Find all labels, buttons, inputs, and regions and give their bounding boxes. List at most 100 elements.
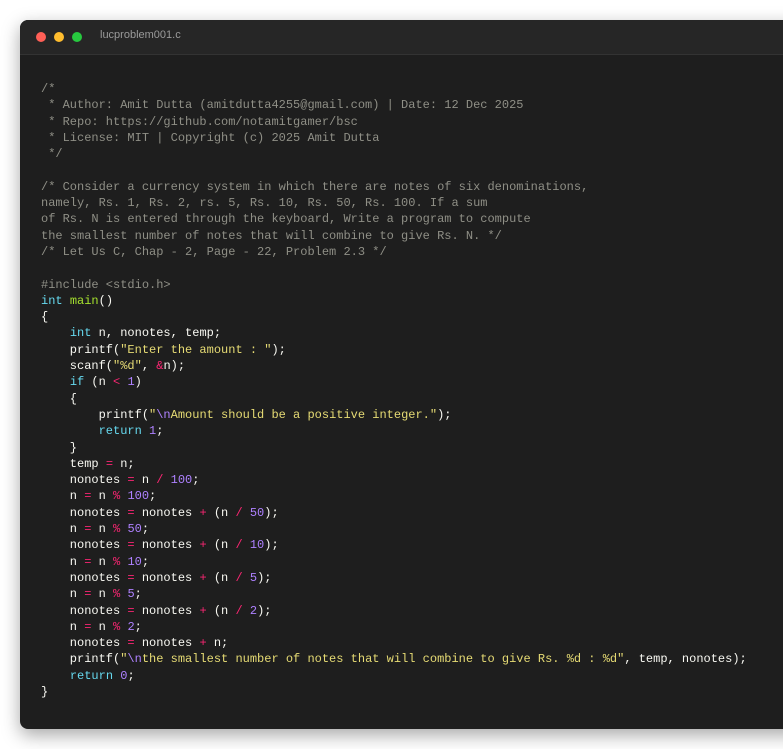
code-token-number: 1 — [127, 375, 135, 390]
close-window-button[interactable] — [36, 32, 46, 42]
code-token-plain: nonotes — [134, 603, 200, 618]
code-line: n = n % 100; — [41, 488, 747, 504]
code-token-keyword: if — [69, 375, 85, 390]
code-line: /* — [41, 81, 747, 97]
code-line: n = n % 50; — [41, 521, 747, 537]
code-token-plain: ; — [156, 424, 164, 439]
code-token-plain: ; — [134, 619, 142, 634]
maximize-window-button[interactable] — [72, 32, 82, 42]
code-token-plain: printf( — [41, 652, 121, 667]
code-token-op: = — [127, 570, 135, 585]
code-line: temp = n; — [41, 456, 747, 472]
code-token-op: + — [199, 603, 207, 618]
code-token-plain: ; — [141, 554, 150, 569]
code-token-plain: printf( — [41, 342, 121, 357]
code-token-plain: ) — [134, 375, 142, 390]
code-line: printf("\nthe smallest number of notes t… — [41, 651, 747, 667]
code-token-comment: namely, Rs. 1, Rs. 2, rs. 5, Rs. 10, Rs.… — [41, 196, 488, 211]
code-line: return 1; — [41, 423, 747, 439]
code-line: printf("Enter the amount : "); — [41, 342, 747, 358]
code-token-comment: * Repo: https://github.com/notamitgamer/… — [41, 114, 358, 129]
code-line: the smallest number of notes that will c… — [41, 228, 747, 244]
code-token-plain: ; — [149, 489, 157, 504]
code-token-plain: n — [41, 522, 85, 537]
code-token-op: = — [127, 636, 135, 651]
code-token-escape: \n — [156, 407, 171, 422]
code-line: * Repo: https://github.com/notamitgamer/… — [41, 114, 747, 130]
code-token-plain: (n — [84, 375, 114, 390]
code-token-plain: ); — [271, 342, 286, 357]
code-line: { — [41, 391, 747, 407]
code-token-number: 10 — [249, 538, 265, 553]
code-token-plain: nonotes — [134, 570, 200, 585]
code-line: printf("\nAmount should be a positive in… — [41, 407, 747, 423]
code-token-plain: n — [41, 554, 85, 569]
code-token-plain: , — [141, 359, 157, 374]
code-token-comment: * Author: Amit Dutta (amitdutta4255@gmai… — [41, 98, 524, 113]
code-token-number: 5 — [249, 570, 258, 585]
code-token-plain: nonotes — [41, 538, 128, 553]
code-line: namely, Rs. 1, Rs. 2, rs. 5, Rs. 10, Rs.… — [41, 195, 747, 211]
code-token-plain: ; — [127, 668, 135, 683]
code-line: nonotes = nonotes + (n / 10); — [41, 537, 747, 553]
code-token-plain: temp — [41, 456, 106, 471]
code-token-plain: scanf( — [41, 359, 114, 374]
code-line: * Author: Amit Dutta (amitdutta4255@gmai… — [41, 97, 747, 113]
code-line: nonotes = nonotes + (n / 50); — [41, 505, 747, 521]
code-line: } — [41, 684, 747, 700]
code-token-op: / — [235, 603, 243, 618]
code-token-plain: ); — [257, 570, 272, 585]
code-token-op: = — [127, 538, 135, 553]
code-line: int n, nonotes, temp; — [41, 325, 747, 341]
code-token-op: = — [127, 473, 135, 488]
code-token-op: + — [199, 505, 207, 520]
code-token-plain: (n — [206, 505, 236, 520]
code-line: nonotes = nonotes + (n / 2); — [41, 603, 747, 619]
code-token-plain: n — [41, 489, 85, 504]
code-token-plain: n; — [206, 636, 229, 651]
code-token-plain: { — [41, 391, 78, 406]
code-line: */ — [41, 146, 747, 162]
code-token-plain: n; — [113, 456, 135, 471]
code-token-plain: , temp, nonotes); — [624, 652, 747, 667]
code-token-op: / — [235, 538, 243, 553]
code-token-op: = — [127, 603, 135, 618]
code-token-plain: nonotes — [41, 636, 128, 651]
title-bar: lucproblem001.c — [20, 20, 783, 55]
code-token-comment: /* — [41, 82, 56, 96]
code-line: return 0; — [41, 668, 747, 684]
code-token-op: + — [199, 570, 207, 585]
code-token-plain: } — [41, 440, 78, 455]
code-token-string: "Enter the amount : " — [120, 342, 272, 357]
code-token-plain: printf( — [41, 407, 150, 422]
code-token-plain: ); — [437, 407, 452, 422]
code-token-number: 10 — [127, 554, 142, 569]
code-line: n = n % 2; — [41, 619, 747, 635]
code-token-comment: /* Consider a currency system in which t… — [41, 179, 589, 194]
code-line: nonotes = nonotes + n; — [41, 635, 747, 651]
minimize-window-button[interactable] — [54, 32, 64, 42]
code-line: nonotes = n / 100; — [41, 472, 747, 488]
code-token-string: Amount should be a positive integer." — [170, 407, 438, 422]
code-token-plain: n — [91, 554, 114, 569]
code-token-comment: /* Let Us C, Chap - 2, Page - 22, Proble… — [41, 244, 387, 259]
code-token-number: 50 — [249, 505, 265, 520]
code-token-keyword: int — [69, 326, 92, 341]
code-line: nonotes = nonotes + (n / 5); — [41, 570, 747, 586]
code-token-plain: n — [91, 587, 114, 602]
code-token-op: / — [235, 505, 243, 520]
code-token-op: + — [199, 538, 207, 553]
code-token-plain: } — [41, 684, 49, 699]
code-token-keyword: return — [69, 668, 114, 683]
code-token-plain: ; — [192, 473, 200, 488]
code-token-plain: nonotes — [134, 505, 200, 520]
code-line: n = n % 5; — [41, 586, 747, 602]
code-token-op: / — [235, 570, 243, 585]
